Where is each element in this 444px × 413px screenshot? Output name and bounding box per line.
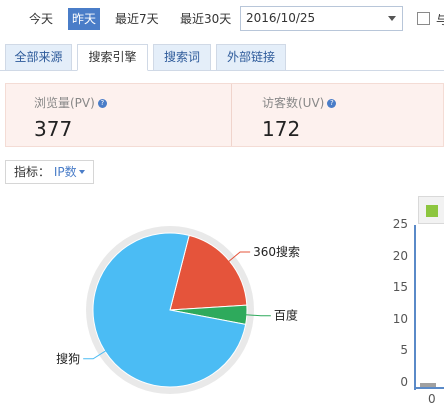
y-tick-label: 0 bbox=[400, 375, 408, 389]
bar-chart-x-axis-line bbox=[414, 387, 444, 389]
tab-search-terms[interactable]: 搜索词 bbox=[153, 44, 211, 71]
source-tabs: 全部来源 搜索引擎 搜索词 外部链接 bbox=[0, 44, 444, 71]
divider bbox=[231, 84, 232, 146]
tab-all-sources[interactable]: 全部来源 bbox=[5, 44, 72, 71]
caret-down-icon[interactable] bbox=[78, 170, 85, 174]
date-value: 2016/10/25 bbox=[246, 11, 316, 25]
help-icon[interactable]: ? bbox=[97, 99, 107, 108]
pie-slice-label: 360搜索 bbox=[253, 244, 300, 259]
y-tick-label: 5 bbox=[400, 343, 408, 358]
help-icon[interactable]: ? bbox=[327, 99, 337, 108]
pie-slice-label: 搜狗 bbox=[56, 351, 80, 366]
date-picker-input[interactable]: 2016/10/25 bbox=[240, 6, 403, 31]
y-tick-label: 25 bbox=[392, 217, 408, 231]
y-tick-label: 20 bbox=[392, 248, 408, 263]
y-tick-label: 10 bbox=[392, 311, 408, 326]
tab-external-links[interactable]: 外部链接 bbox=[216, 44, 286, 71]
date-toolbar: 今天 昨天 最近7天 最近30天 2016/10/25 与 bbox=[0, 0, 444, 38]
last-7-days-button[interactable]: 最近7天 bbox=[115, 8, 159, 30]
tab-search-engine[interactable]: 搜索引擎 bbox=[77, 44, 148, 71]
bar-mark bbox=[420, 383, 436, 387]
legend-swatch bbox=[426, 205, 438, 217]
indicator-selector[interactable]: 指标： IP数 bbox=[5, 160, 94, 184]
pv-label: 浏览量(PV)? bbox=[34, 94, 107, 111]
chevron-down-icon[interactable] bbox=[388, 16, 396, 21]
pie-chart-svg: 360搜索百度搜狗 bbox=[56, 226, 300, 394]
pv-metric: 浏览量(PV)? 377 bbox=[34, 94, 107, 141]
indicator-dropdown[interactable]: IP数 bbox=[54, 165, 77, 179]
last-30-days-button[interactable]: 最近30天 bbox=[180, 8, 231, 30]
bar-chart-y-axis-line bbox=[414, 225, 416, 390]
pv-value: 377 bbox=[34, 117, 73, 141]
uv-label: 访客数(UV)? bbox=[262, 94, 337, 111]
y-tick-label: 15 bbox=[392, 280, 408, 295]
x-tick-label: 0 bbox=[428, 392, 436, 406]
indicator-label: 指标： bbox=[14, 165, 51, 179]
summary-panel: 浏览量(PV)? 377 访客数(UV)? 172 bbox=[5, 83, 444, 147]
pie-chart: 360搜索百度搜狗 bbox=[0, 190, 330, 410]
bar-chart-legend bbox=[418, 196, 444, 224]
yesterday-button[interactable]: 昨天 bbox=[68, 8, 101, 30]
uv-value: 172 bbox=[262, 117, 301, 141]
pie-slice-label: 百度 bbox=[274, 308, 298, 323]
today-button[interactable]: 今天 bbox=[29, 8, 53, 30]
uv-metric: 访客数(UV)? 172 bbox=[262, 94, 337, 141]
compare-label: 与 bbox=[436, 13, 444, 27]
compare-checkbox[interactable] bbox=[417, 12, 430, 25]
